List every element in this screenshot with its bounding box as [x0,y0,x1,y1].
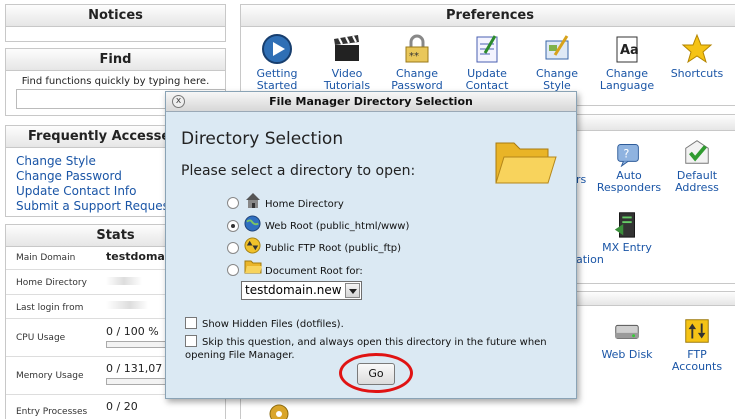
language-icon: Aa [616,36,639,63]
web-disk-label: Web Disk [601,348,653,361]
mail-partial-label-2: ation [576,253,604,266]
option-home-directory: Home Directory [265,199,344,210]
find-title: Find [6,49,225,71]
change-language-link[interactable]: Aa Change Language [594,33,660,92]
close-icon[interactable]: x [172,95,185,108]
auto-responder-icon: ? [617,144,639,167]
play-icon [262,34,292,64]
option-web-root: Web Root (public_html/www) [265,221,410,232]
highlight-circle [339,353,413,393]
dialog-title: File Manager Directory Selection [166,92,576,112]
padlock-icon: ** [405,34,429,63]
notices-panel: Notices [5,4,226,42]
chevron-down-icon[interactable] [345,283,360,298]
preferences-title: Preferences [241,5,735,27]
shortcuts-link[interactable]: Shortcuts [664,33,730,80]
stat-label-entry-processes: Entry Processes [16,407,88,417]
radio-home-directory[interactable] [227,197,239,209]
web-disk-icon [615,324,639,339]
stat-value-cpu-usage: 0 / 100 % [106,325,159,338]
star-icon [681,33,713,64]
find-hint: Find functions quickly by typing here. [21,76,210,87]
radio-public-ftp-root[interactable] [227,242,239,254]
domain-select-value: testdomain.new [245,283,342,297]
ftp-root-icon [244,237,261,254]
folder-icon [244,260,262,274]
stat-label-last-login: Last login from [16,303,84,313]
auto-responders-link[interactable]: ? Auto Responders [596,137,662,194]
getting-started-link[interactable]: Getting Started [244,33,310,92]
show-hidden-checkbox[interactable] [185,317,197,329]
radio-document-root[interactable] [227,264,239,276]
svg-text:**: ** [409,51,419,62]
mx-entry-label: MX Entry [602,241,652,254]
skip-question-checkbox[interactable] [185,335,197,347]
dialog-body: Directory Selection Please select a dire… [172,117,570,393]
video-tutorials-link[interactable]: Video Tutorials [314,33,380,92]
radio-web-root[interactable] [227,220,239,232]
option-public-ftp-root: Public FTP Root (public_ftp) [265,243,402,254]
stat-value-memory-usage: 0 / 131,07 [106,362,163,375]
stat-value-last-login [106,301,166,309]
stat-label-main-domain: Main Domain [16,253,76,263]
shortcuts-label: Shortcuts [670,67,724,80]
show-hidden-label: Show Hidden Files (dotfiles). [202,319,344,330]
svg-text:Aa: Aa [620,43,639,58]
style-icon [545,35,569,60]
ftp-accounts-link[interactable]: FTP Accounts [664,316,730,373]
mx-entry-icon [614,212,635,238]
ftp-accounts-icon [685,319,709,343]
gear-icon [269,404,289,419]
stat-label-memory-usage: Memory Usage [16,371,84,381]
globe-icon [244,215,261,232]
mail-partial-label-1: rs [576,173,587,186]
default-address-icon [685,140,709,164]
stat-value-main-domain: testdomai [106,250,169,263]
stat-value-entry-processes: 0 / 20 [106,400,138,413]
change-password-link[interactable]: ** Change Password [384,33,450,92]
update-contact-link[interactable]: Update Contact [454,33,520,92]
option-document-root: Document Root for: [265,266,363,277]
open-folder-icon [495,142,557,184]
film-clapper-icon [334,35,359,61]
skip-question-label-2: opening File Manager. [185,350,295,361]
default-address-label-2: Address [675,181,719,194]
auto-responders-label-2: Responders [596,181,662,194]
ftp-accounts-label-2: Accounts [671,360,723,373]
change-style-link[interactable]: Change Style [524,33,590,92]
stat-label-cpu-usage: CPU Usage [16,333,66,343]
house-icon [246,193,260,208]
file-manager-dialog: File Manager Directory Selection x Direc… [165,91,577,399]
notices-title: Notices [6,5,225,27]
contact-info-icon [476,35,498,63]
svg-text:?: ? [623,148,629,161]
stat-label-home-directory: Home Directory [16,278,87,288]
dialog-prompt: Please select a directory to open: [181,163,416,179]
skip-question-label-1: Skip this question, and always open this… [202,337,547,348]
stat-value-home-directory [106,277,166,285]
mx-entry-link[interactable]: MX Entry [594,209,660,254]
dialog-heading: Directory Selection [181,129,344,149]
default-address-link[interactable]: Default Address [664,137,730,194]
change-language-label-2: Language [599,79,655,92]
domain-select[interactable]: testdomain.new [241,281,362,300]
web-disk-link[interactable]: Web Disk [594,316,660,361]
